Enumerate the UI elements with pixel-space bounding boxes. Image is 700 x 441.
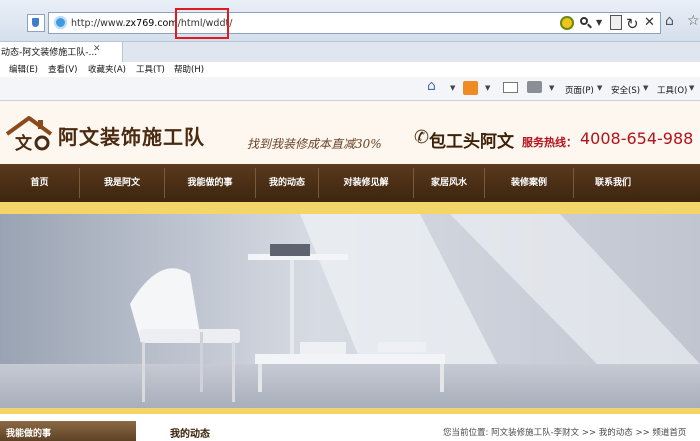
breadcrumb[interactable]: 您当前位置: 阿文装修施工队-李财文 >> 我的动态 >> 频道首页 [443,426,686,438]
sidebar-title: 我能做的事 [6,429,52,439]
house-logo-icon[interactable]: 文 [5,114,55,154]
tab-title[interactable]: 动态-阿文装修施工队-... [1,45,97,58]
chevron-down-icon[interactable]: ▼ [597,84,602,92]
compat-view-icon[interactable] [560,16,574,30]
nav-contact[interactable]: 联系我们 [574,164,652,202]
tools-menu-button[interactable]: 工具(O) [657,84,687,96]
nav-cases[interactable]: 装修案例 [485,164,573,202]
main-title: 我的动态 [170,429,210,440]
chevron-down-icon[interactable]: ▼ [596,18,602,27]
chevron-down-icon[interactable]: ▼ [643,84,648,92]
tab-close-icon[interactable]: ✕ [93,44,101,54]
nav-about[interactable]: 我是阿文 [80,164,164,202]
search-icon[interactable] [579,16,593,30]
stop-icon[interactable]: ✕ [644,15,655,30]
ie-page-icon [54,16,67,29]
certificate-icon[interactable] [610,15,622,30]
page-menu-button[interactable]: 页面(P) [565,84,594,96]
nav-news[interactable]: 我的动态 [256,164,318,202]
favorites-star-icon[interactable]: ☆ [687,13,700,31]
nav-insights[interactable]: 对装修见解 [319,164,413,202]
nav-services[interactable]: 我能做的事 [165,164,255,202]
command-bar [0,77,700,101]
slogan: 找到我装修成本直减30% [247,137,382,151]
contractor-label: 包工头阿文 [429,132,514,152]
home-icon[interactable]: ⌂ [665,13,683,31]
phone-icon: ✆ [414,127,430,148]
site-name[interactable]: 阿文装饰施工队 [58,121,205,150]
url-path-highlight [175,8,229,39]
print-icon[interactable] [527,81,542,93]
menu-edit[interactable]: 编辑(E) [9,63,38,75]
menu-tools[interactable]: 工具(T) [136,63,165,75]
safety-menu-button[interactable]: 安全(S) [611,84,640,96]
chevron-down-icon[interactable]: ▼ [485,84,490,92]
menu-favorites[interactable]: 收藏夹(A) [88,63,126,75]
refresh-icon[interactable]: ↻ [626,15,639,33]
cmd-home-icon[interactable]: ⌂ [427,78,442,94]
chevron-down-icon[interactable]: ▼ [450,84,455,92]
hotline-label: 服务热线： [522,136,577,149]
menu-view[interactable]: 查看(V) [48,63,77,75]
rss-icon[interactable] [463,81,478,95]
menu-help[interactable]: 帮助(H) [174,63,204,75]
mail-icon[interactable] [503,82,518,93]
compatibility-icon[interactable] [27,14,45,32]
chevron-down-icon[interactable]: ▼ [549,84,554,92]
nav-home[interactable]: 首页 [0,164,79,202]
hotline-number: 4008-654-988 [580,129,694,148]
nav-fengshui[interactable]: 家居风水 [414,164,484,202]
banner-image [0,214,700,408]
chevron-down-icon[interactable]: ▼ [689,84,694,92]
svg-text:文: 文 [15,133,33,154]
